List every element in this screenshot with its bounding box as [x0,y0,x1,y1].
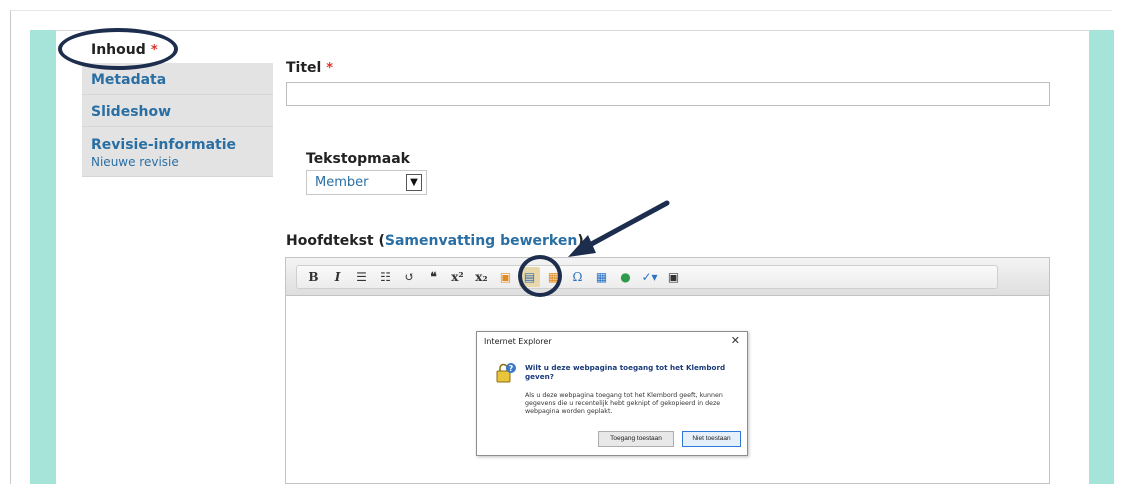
svg-text:?: ? [509,364,514,373]
security-question-icon: ? [496,363,516,383]
body-label: Hoofdtekst (Samenvatting bewerken) [286,233,584,249]
format-select[interactable]: Member ▼ [306,170,427,195]
tab-revisie-label: Revisie-informatie [91,137,237,153]
maximize-button[interactable]: ▣ [663,267,684,287]
close-icon[interactable]: ✕ [731,334,740,347]
chevron-down-icon: ▼ [406,174,422,191]
left-accent-bar [30,30,56,484]
italic-button[interactable]: I [327,267,348,287]
tab-revisie-informatie[interactable]: Revisie-informatie Nieuwe revisie [82,127,273,177]
table-button[interactable]: ▦ [591,267,612,287]
body-paren-open: ( [373,233,385,249]
format-selected-value: Member [315,175,369,190]
annotation-ellipse-paste [518,255,562,297]
subscript-button[interactable]: x₂ [471,267,492,287]
undo-button[interactable]: ↺ [399,267,420,287]
clipboard-permission-dialog: Internet Explorer ✕ ? Wilt u deze webpag… [476,331,748,456]
tab-metadata-label: Metadata [91,72,167,88]
tab-slideshow[interactable]: Slideshow [82,95,273,127]
bold-button[interactable]: B [303,267,324,287]
title-required-marker: * [326,61,334,76]
special-char-button[interactable]: Ω [567,267,588,287]
annotation-ellipse-inhoud [58,28,178,70]
right-accent-bar [1089,30,1114,484]
spellcheck-button[interactable]: ✓▾ [639,267,660,287]
dialog-question: Wilt u deze webpagina toegang tot het Kl… [525,363,726,381]
format-label: Tekstopmaak [306,151,410,167]
image-button[interactable]: ▣ [495,267,516,287]
title-label: Titel * [286,60,333,76]
dialog-title: Internet Explorer [484,337,552,346]
numbered-list-button[interactable]: ☷ [375,267,396,287]
title-label-text: Titel [286,60,322,76]
bullet-list-button[interactable]: ☰ [351,267,372,287]
toolbar-button-group: B I ☰ ☷ ↺ ❝ x² x₂ ▣ ▤ ▦ Ω ▦ ● ✓▾ ▣ [296,265,998,289]
annotation-arrow-icon [568,200,670,257]
globe-button[interactable]: ● [615,267,636,287]
edit-summary-link[interactable]: Samenvatting bewerken [385,233,577,249]
blockquote-button[interactable]: ❝ [423,267,444,287]
allow-access-button[interactable]: Toegang toestaan [598,431,674,447]
tab-revisie-summary: Nieuwe revisie [91,155,179,169]
tab-slideshow-label: Slideshow [91,104,172,120]
body-label-text: Hoofdtekst [286,233,374,249]
dialog-body: Als u deze webpagina toegang tot het Kle… [525,392,723,415]
deny-access-button[interactable]: Niet toestaan [682,431,741,447]
superscript-button[interactable]: x² [447,267,468,287]
title-input[interactable] [286,82,1050,106]
